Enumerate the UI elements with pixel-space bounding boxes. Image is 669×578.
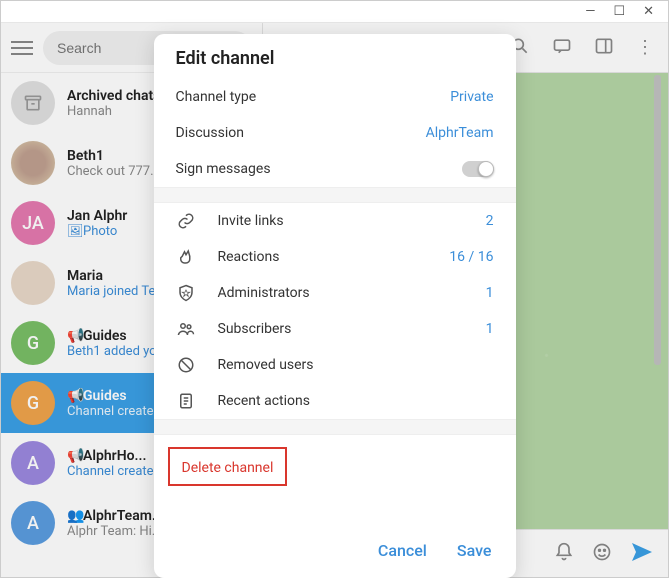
administrators-row[interactable]: Administrators 1 <box>154 275 516 311</box>
sign-messages-toggle[interactable] <box>462 161 494 177</box>
reactions-count: 16 / 16 <box>449 249 493 265</box>
discussion-value: AlphrTeam <box>426 125 494 141</box>
window-minimize-icon[interactable]: — <box>585 4 595 19</box>
section-divider <box>154 187 516 203</box>
chat-icon[interactable] <box>552 36 572 60</box>
notifications-icon[interactable] <box>554 542 574 566</box>
window-maximize-icon[interactable]: ☐ <box>613 4 625 19</box>
megaphone-icon: 📢 <box>67 448 79 464</box>
cancel-button[interactable]: Cancel <box>378 541 427 560</box>
sign-messages-label: Sign messages <box>176 161 271 177</box>
scrollbar[interactable] <box>654 75 661 507</box>
avatar: G <box>11 381 55 425</box>
avatar: A <box>11 441 55 485</box>
shield-icon <box>176 284 196 302</box>
megaphone-icon: 📢 <box>67 388 79 404</box>
channel-type-row[interactable]: Channel type Private <box>154 79 516 115</box>
administrators-count: 1 <box>486 285 494 301</box>
edit-channel-modal: Edit channel Channel type Private Discus… <box>154 34 516 578</box>
reactions-label: Reactions <box>218 249 428 265</box>
avatar: A <box>11 501 55 545</box>
window-titlebar: — ☐ ✕ <box>1 1 668 23</box>
invite-links-row[interactable]: Invite links 2 <box>154 203 516 239</box>
scrollbar-thumb[interactable] <box>654 75 661 365</box>
recent-actions-row[interactable]: Recent actions <box>154 383 516 419</box>
channel-type-label: Channel type <box>176 89 257 105</box>
log-icon <box>176 392 196 410</box>
avatar: G <box>11 321 55 365</box>
sidebar-toggle-icon[interactable] <box>594 36 614 60</box>
megaphone-icon: 📢 <box>67 328 79 344</box>
subscribers-icon <box>176 320 196 338</box>
save-button[interactable]: Save <box>457 541 492 560</box>
section-divider <box>154 419 516 435</box>
channel-type-value: Private <box>450 89 493 105</box>
group-icon: 👥 <box>67 508 79 524</box>
more-icon[interactable]: ⋮ <box>636 37 654 58</box>
emoji-icon[interactable] <box>592 542 612 566</box>
send-icon[interactable] <box>630 540 654 568</box>
invite-links-count: 2 <box>486 213 494 229</box>
avatar <box>11 141 55 185</box>
avatar: JA <box>11 201 55 245</box>
administrators-label: Administrators <box>218 285 464 301</box>
banned-icon <box>176 356 196 374</box>
avatar <box>11 261 55 305</box>
discussion-row[interactable]: Discussion AlphrTeam <box>154 115 516 151</box>
subscribers-label: Subscribers <box>218 321 464 337</box>
app-window: — ☐ ✕ Archived chats Hannah Beth1 <box>0 0 669 578</box>
removed-users-label: Removed users <box>218 357 494 373</box>
menu-icon[interactable] <box>11 41 33 55</box>
recent-actions-label: Recent actions <box>218 393 494 409</box>
discussion-label: Discussion <box>176 125 244 141</box>
removed-users-row[interactable]: Removed users <box>154 347 516 383</box>
modal-title: Edit channel <box>154 34 516 79</box>
delete-channel-button[interactable]: Delete channel <box>168 447 288 486</box>
delete-channel-label: Delete channel <box>182 460 274 476</box>
wave-icon <box>176 248 196 266</box>
invite-links-label: Invite links <box>218 213 464 229</box>
archive-icon <box>11 81 55 125</box>
subscribers-count: 1 <box>486 321 494 337</box>
photo-icon: 🖼 <box>67 224 79 239</box>
subscribers-row[interactable]: Subscribers 1 <box>154 311 516 347</box>
window-close-icon[interactable]: ✕ <box>643 4 654 19</box>
link-icon <box>176 212 196 230</box>
sign-messages-row: Sign messages <box>154 151 516 187</box>
reactions-row[interactable]: Reactions 16 / 16 <box>154 239 516 275</box>
